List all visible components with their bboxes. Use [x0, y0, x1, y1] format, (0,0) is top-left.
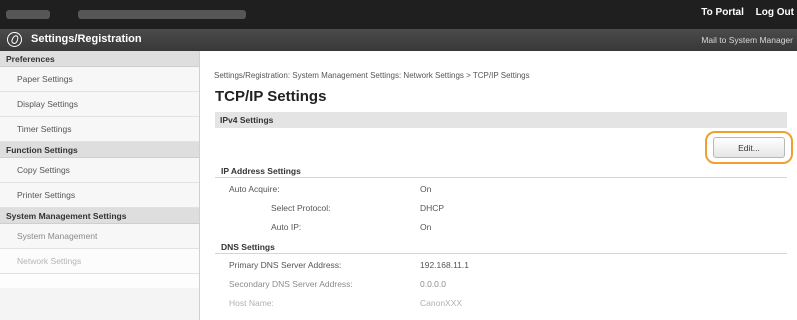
blurred-device-name: [6, 10, 50, 19]
title-bar: Settings/Registration Mail to System Man…: [0, 29, 797, 51]
ip-address-settings-header: IP Address Settings: [215, 165, 787, 178]
sidebar-header-function-settings: Function Settings: [0, 142, 199, 158]
ipv4-settings-header: IPv4 Settings: [215, 112, 787, 128]
secondary-dns-row: Secondary DNS Server Address: 0.0.0.0: [215, 275, 787, 293]
app-title: Settings/Registration: [31, 33, 142, 45]
sidebar-item-copy-settings[interactable]: Copy Settings: [0, 158, 199, 183]
primary-dns-value: 192.168.11.1: [420, 260, 469, 270]
dns-settings-header: DNS Settings: [215, 241, 787, 254]
select-protocol-value: DHCP: [420, 203, 445, 213]
auto-ip-row: Auto IP: On: [215, 218, 787, 236]
sidebar-item-timer-settings[interactable]: Timer Settings: [0, 117, 199, 142]
secondary-dns-value: 0.0.0.0: [420, 279, 446, 289]
primary-dns-label: Primary DNS Server Address:: [229, 260, 342, 270]
sidebar-item-network-settings[interactable]: Network Settings: [0, 249, 199, 274]
auto-acquire-value: On: [420, 184, 432, 194]
sidebar-item-display-settings[interactable]: Display Settings: [0, 92, 199, 117]
top-links: To Portal Log Out: [692, 7, 794, 18]
host-name-row: Host Name: CanonXXX: [215, 294, 787, 312]
sidebar-item-paper-settings[interactable]: Paper Settings: [0, 67, 199, 92]
edit-button[interactable]: Edit...: [713, 137, 785, 158]
sidebar-header-preferences: Preferences: [0, 51, 199, 67]
host-name-value: CanonXXX: [420, 298, 463, 308]
host-name-label: Host Name:: [229, 298, 274, 308]
auto-acquire-row: Auto Acquire: On: [215, 180, 787, 198]
log-out-link[interactable]: Log Out: [756, 7, 794, 18]
sidebar-item-system-management[interactable]: System Management: [0, 224, 199, 249]
sidebar: Preferences Paper Settings Display Setti…: [0, 51, 200, 320]
auto-ip-label: Auto IP:: [271, 222, 302, 232]
auto-ip-value: On: [420, 222, 432, 232]
settings-registration-icon: [7, 32, 22, 47]
primary-dns-row: Primary DNS Server Address: 192.168.11.1: [215, 256, 787, 274]
to-portal-link[interactable]: To Portal: [701, 7, 744, 18]
sidebar-item-blank: [0, 274, 199, 288]
main-content: Settings/Registration: System Management…: [200, 51, 797, 320]
blurred-device-info: [78, 10, 246, 19]
page-title: TCP/IP Settings: [215, 88, 327, 105]
select-protocol-row: Select Protocol: DHCP: [215, 199, 787, 217]
breadcrumb: Settings/Registration: System Management…: [214, 71, 530, 80]
auto-acquire-label: Auto Acquire:: [229, 184, 280, 194]
top-bar: To Portal Log Out: [0, 0, 797, 29]
secondary-dns-label: Secondary DNS Server Address:: [229, 279, 353, 289]
sidebar-header-system-management-settings: System Management Settings: [0, 208, 199, 224]
mail-to-system-manager-link[interactable]: Mail to System Manager: [701, 35, 793, 45]
select-protocol-label: Select Protocol:: [271, 203, 331, 213]
sidebar-item-printer-settings[interactable]: Printer Settings: [0, 183, 199, 208]
